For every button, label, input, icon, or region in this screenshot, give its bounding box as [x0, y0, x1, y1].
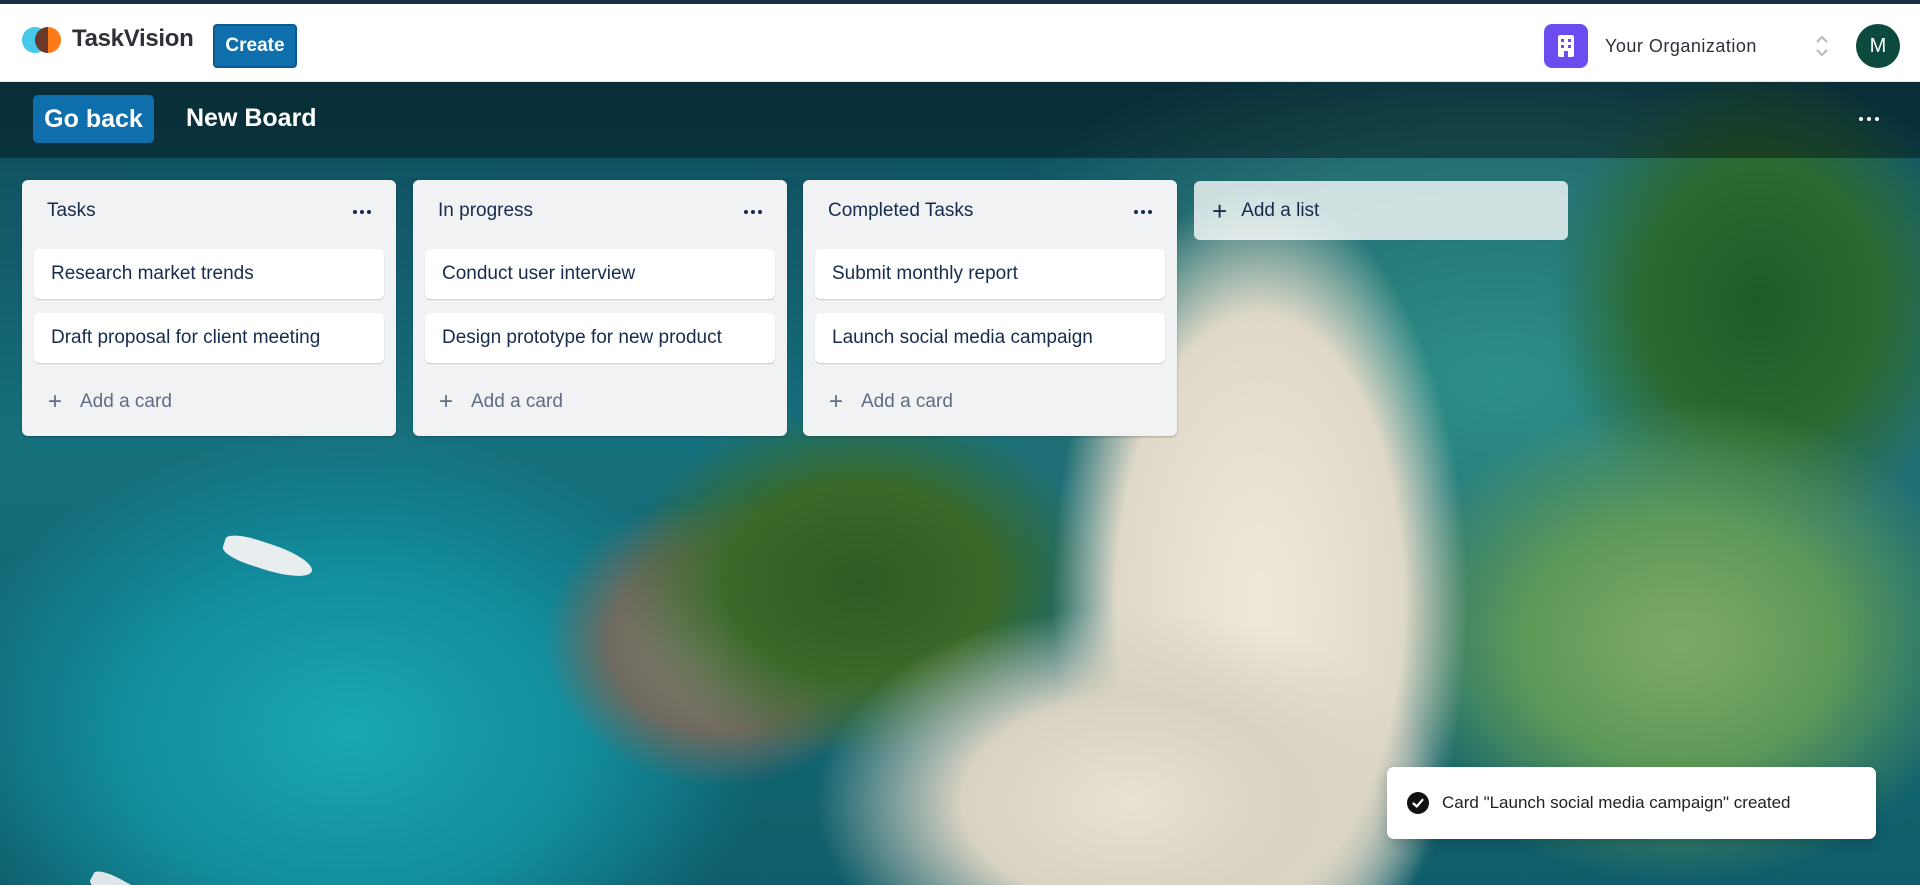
list-in-progress: In progress Conduct user interview Desig… — [413, 180, 787, 436]
plus-icon: + — [1212, 195, 1228, 226]
organization-name: Your Organization — [1605, 35, 1757, 56]
app-logo[interactable]: TaskVision — [22, 24, 194, 54]
plus-icon: + — [439, 388, 454, 415]
card[interactable]: Conduct user interview — [425, 249, 775, 299]
add-card-label: Add a card — [471, 391, 563, 412]
plus-icon: + — [48, 388, 63, 415]
create-button[interactable]: Create — [213, 24, 297, 68]
list-tasks: Tasks Research market trends Draft propo… — [22, 180, 396, 436]
user-avatar[interactable]: M — [1856, 24, 1900, 68]
card[interactable]: Design prototype for new product — [425, 313, 775, 363]
card[interactable]: Launch social media campaign — [815, 313, 1165, 363]
check-circle-icon — [1407, 792, 1429, 814]
add-card-label: Add a card — [80, 391, 172, 412]
more-horizontal-icon[interactable] — [1852, 104, 1886, 134]
add-card-button[interactable]: + Add a card — [48, 388, 172, 415]
toast-message: Card "Launch social media campaign" crea… — [1442, 793, 1791, 812]
board-title[interactable]: New Board — [186, 104, 317, 133]
add-list-label: Add a list — [1241, 199, 1320, 221]
toast-notification: Card "Launch social media campaign" crea… — [1387, 767, 1876, 839]
card[interactable]: Submit monthly report — [815, 249, 1165, 299]
list-title[interactable]: Tasks — [47, 200, 96, 222]
more-horizontal-icon[interactable] — [739, 202, 767, 222]
list-completed-tasks: Completed Tasks Submit monthly report La… — [803, 180, 1177, 436]
list-title[interactable]: Completed Tasks — [828, 200, 973, 222]
card[interactable]: Draft proposal for client meeting — [34, 313, 384, 363]
go-back-button[interactable]: Go back — [33, 95, 154, 143]
card[interactable]: Research market trends — [34, 249, 384, 299]
more-horizontal-icon[interactable] — [1129, 202, 1157, 222]
app-name: TaskVision — [72, 25, 194, 52]
chevron-up-down-icon[interactable] — [1812, 32, 1832, 60]
more-horizontal-icon[interactable] — [348, 202, 376, 222]
add-card-label: Add a card — [861, 391, 953, 412]
top-navbar: TaskVision Create Your Organization M — [0, 0, 1920, 82]
plus-icon: + — [829, 388, 844, 415]
list-title[interactable]: In progress — [438, 200, 533, 222]
add-card-button[interactable]: + Add a card — [829, 388, 953, 415]
add-card-button[interactable]: + Add a card — [439, 388, 563, 415]
organization-switcher[interactable]: Your Organization — [1544, 24, 1757, 68]
add-list-button[interactable]: + Add a list — [1194, 181, 1568, 240]
logo-icon — [22, 24, 64, 54]
building-icon — [1544, 24, 1588, 68]
